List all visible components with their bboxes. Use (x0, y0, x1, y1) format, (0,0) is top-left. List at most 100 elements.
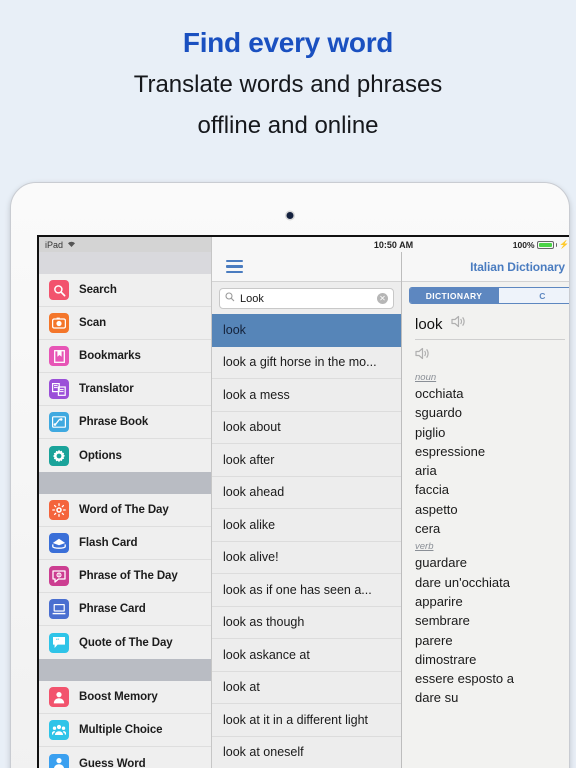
translation-item[interactable]: occhiata (415, 384, 569, 403)
sidebar-group: Search Scan Bookmarks Translator Phrase Book… (39, 274, 211, 472)
word-list-item[interactable]: look as if one has seen a... (212, 574, 401, 607)
sidebar-item-search[interactable]: Search (39, 274, 211, 307)
translation-item[interactable]: guardare (415, 553, 569, 572)
sidebar-item-translator[interactable]: Translator (39, 373, 211, 406)
word-list-item[interactable]: look ahead (212, 477, 401, 509)
promo-title: Find every word (182, 27, 394, 58)
word-list-item[interactable]: look as though (212, 607, 401, 639)
clear-circle-icon[interactable]: ✕ (377, 293, 388, 304)
status-bar-right: 10:50 AM 100% ⚡ (212, 237, 569, 252)
search-input[interactable]: Look (240, 293, 372, 305)
status-bar-left: iPad (39, 237, 212, 252)
word-list-item[interactable]: look alike (212, 509, 401, 542)
translation-item[interactable]: aria (415, 461, 569, 480)
translation-item[interactable]: parere (415, 631, 569, 650)
sidebar-item-phrase-book[interactable]: Phrase Book (39, 406, 211, 439)
sidebar-item-phrase-of-the-day[interactable]: Phrase of The Day (39, 560, 211, 593)
sidebar-item-options[interactable]: Options (39, 439, 211, 472)
sidebar-item-scan[interactable]: Scan (39, 307, 211, 340)
word-list[interactable]: look look a gift horse in the mo... look a… (212, 314, 401, 768)
search-container: Look ✕ (212, 282, 401, 314)
sidebar-item-label: Options (79, 449, 122, 462)
sun-icon (49, 500, 69, 520)
monitor-icon (49, 599, 69, 619)
sidebar-item-word-of-the-day[interactable]: Word of The Day (39, 494, 211, 527)
segment-c[interactable]: C (498, 288, 569, 303)
sidebar-item-label: Phrase of The Day (79, 570, 178, 582)
bookmark-icon (49, 346, 69, 366)
word-list-item[interactable]: look a gift horse in the mo... (212, 347, 401, 379)
segmented-control[interactable]: DICTIONARY C (409, 287, 569, 304)
sidebar-item-label: Scan (79, 317, 107, 329)
people-group-icon (49, 720, 69, 740)
search-icon (225, 292, 235, 305)
flashcard-icon (49, 533, 69, 553)
sidebar-group-separator (39, 472, 211, 494)
translation-item[interactable]: dimostrare (415, 650, 569, 669)
sidebar-item-label: Guess Word (79, 757, 146, 768)
pronunciation-row (415, 340, 569, 369)
word-list-item[interactable]: look a mess (212, 379, 401, 412)
sidebar-item-phrase-card[interactable]: Phrase Card (39, 593, 211, 626)
definition-body: look noun occhiata sguardo piglio espres… (402, 309, 569, 768)
person-icon (49, 687, 69, 707)
sidebar-item-label: Flash Card (79, 537, 138, 549)
translation-item[interactable]: faccia (415, 480, 569, 499)
headword-row: look (415, 315, 569, 339)
promo-subtitle-line1: Translate words and phrases (133, 70, 443, 98)
promo-header: Find every word Translate words and phra… (0, 0, 576, 142)
status-bar: iPad 10:50 AM 100% ⚡ (39, 237, 569, 252)
sidebar-item-boost-memory[interactable]: Boost Memory (39, 681, 211, 714)
sidebar-item-quote-of-the-day[interactable]: “ Quote of The Day (39, 626, 211, 659)
word-list-item[interactable]: look after (212, 444, 401, 477)
word-list-item[interactable]: look at it in a different light (212, 704, 401, 737)
part-of-speech-label: noun (415, 372, 437, 383)
sidebar-top-band (39, 252, 211, 274)
word-list-item[interactable]: look about (212, 412, 401, 444)
search-bar[interactable]: Look ✕ (219, 288, 394, 309)
magnifier-icon (49, 280, 69, 300)
translation-item[interactable]: essere esposto a (415, 669, 569, 688)
translation-item[interactable]: sembrare (415, 611, 569, 630)
translation-item[interactable]: sguardo (415, 403, 569, 422)
word-list-column: Look ✕ look look a gift horse in the mo..… (212, 252, 402, 768)
translation-item[interactable]: apparire (415, 592, 569, 611)
sidebar-group: Boost Memory Multiple Choice Guess Word (39, 681, 211, 768)
translation-item[interactable]: cera (415, 519, 569, 538)
translation-item[interactable]: dare un'occhiata (415, 573, 569, 592)
translation-item[interactable]: piglio (415, 423, 569, 442)
svg-text:“: “ (56, 637, 59, 645)
sidebar-group-separator (39, 659, 211, 681)
battery-cap-icon (555, 242, 558, 247)
speaker-icon[interactable] (415, 347, 431, 365)
word-list-item[interactable]: look alive! (212, 542, 401, 574)
battery-percent-label: 100% (512, 239, 535, 250)
phrasebook-icon (49, 412, 69, 432)
ipad-device: iPad 10:50 AM 100% ⚡ Search Scan Bookmar… (10, 182, 570, 768)
word-list-item[interactable]: look at (212, 672, 401, 704)
translation-item[interactable]: aspetto (415, 500, 569, 519)
headword: look (415, 315, 443, 333)
word-list-item[interactable]: look at oneself (212, 737, 401, 768)
sidebar-item-label: Search (79, 284, 117, 296)
word-list-item[interactable]: look askance at (212, 639, 401, 672)
segmented-control-container: DICTIONARY C (402, 282, 569, 309)
sidebar-item-multiple-choice[interactable]: Multiple Choice (39, 714, 211, 747)
battery-indicator: 100% ⚡ (513, 240, 569, 250)
ipad-screen: iPad 10:50 AM 100% ⚡ Search Scan Bookmar… (39, 237, 569, 768)
hamburger-menu-icon[interactable] (226, 259, 243, 274)
word-list-item[interactable]: look (212, 314, 401, 347)
camera-icon (49, 313, 69, 333)
status-device-label: iPad (45, 239, 64, 250)
sidebar-item-guess-word[interactable]: Guess Word (39, 747, 211, 768)
translation-item[interactable]: dare su (415, 688, 569, 707)
sidebar-item-bookmarks[interactable]: Bookmarks (39, 340, 211, 373)
sidebar-item-label: Multiple Choice (79, 724, 163, 736)
speaker-icon[interactable] (450, 315, 467, 333)
screen-frame: iPad 10:50 AM 100% ⚡ Search Scan Bookmar… (37, 235, 569, 768)
segment-dictionary[interactable]: DICTIONARY (410, 288, 498, 303)
translation-item[interactable]: espressione (415, 442, 569, 461)
sidebar-item-flash-card[interactable]: Flash Card (39, 527, 211, 560)
navbar-left-section (212, 252, 401, 282)
quote-bubble-icon: “ (49, 632, 69, 653)
